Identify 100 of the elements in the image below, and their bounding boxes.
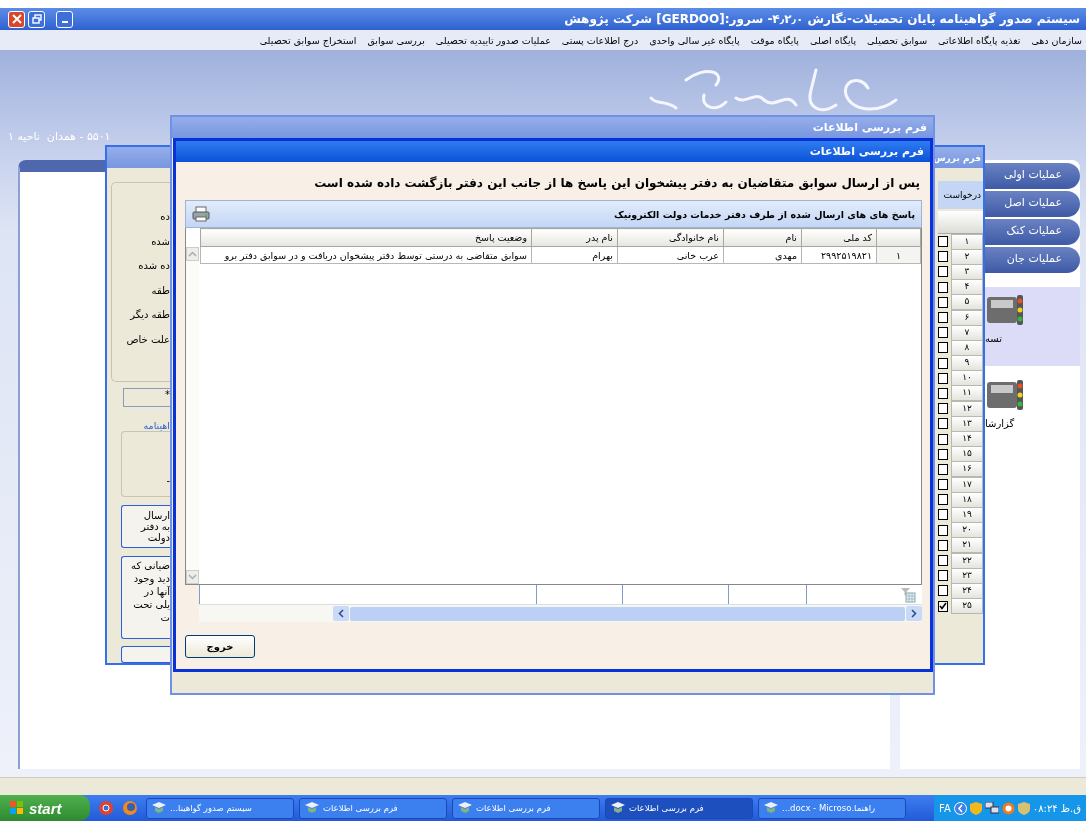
row-number: ۹ [951,355,983,372]
menu-item[interactable]: پایگاه غیر سالی واحدی [649,34,740,46]
group-value: - [166,475,170,486]
field-label: ده [160,210,170,224]
windows-logo-icon [10,801,24,815]
column-header[interactable]: وضعیت پاسخ [200,228,532,247]
restore-icon[interactable] [28,10,45,28]
input-field[interactable]: * [123,388,170,407]
checkbox[interactable] [938,509,948,521]
app-icon [764,802,778,814]
window-title: فرم بررسی اطلاعات [809,145,924,158]
table-cell: مهدی [723,246,802,264]
menu-item[interactable]: تغذیه پایگاه اطلاعاتی [938,34,1021,46]
menu-item[interactable]: درج اطلاعات پستی [561,34,639,46]
checkbox[interactable] [938,433,948,445]
checkbox[interactable] [938,463,948,475]
checkbox[interactable] [938,585,948,597]
checkbox[interactable] [938,448,948,460]
network-icon[interactable] [984,802,999,814]
row-number: ۱۴ [951,431,983,448]
group-title: اهینامه [142,420,170,431]
header-cell [938,211,983,234]
checkbox[interactable] [938,600,948,612]
app-icon [611,802,625,814]
menu-item[interactable]: عملیات صدور تاییدیه تحصیلی [435,34,551,46]
checkbox[interactable] [938,296,948,308]
taskbar-item[interactable]: فرم بررسی اطلاعات [299,797,447,819]
field-label: طقه [151,283,170,298]
menu-item[interactable]: پایگاه موقت [750,34,799,46]
table-cell: سوابق متقاضی به درستی توسط دفتر پیشخوان دریافت و در سوابق دفتر برو [200,246,532,264]
printer-icon[interactable] [192,206,210,222]
window-title: فرم بررسی اطلاعات [812,121,927,134]
taskbar-item[interactable]: سیستم صدور گواهینا... [146,797,294,819]
row-number: ۲۰ [951,522,983,539]
menu-item[interactable]: سازمان دهی [1031,34,1082,46]
menu-item[interactable]: بررسی سوابق [367,34,425,46]
taskbar-item[interactable]: فرم بررسی اطلاعات [452,797,600,819]
window-title: سیستم صدور گواهینامه پایان تحصیلات-نگارش ۴٫۲٫۰- سرور:[GERDOO] شرکت پژوهش [564,12,1080,26]
taskbar-item[interactable]: راهنما.docx - Microso... [758,797,906,819]
app-icon [458,802,472,814]
checkbox[interactable] [938,555,948,567]
browser-icon[interactable] [98,800,114,816]
checkbox[interactable] [938,266,948,278]
exit-button[interactable]: خروج [185,635,255,658]
table-cell: بهرام [531,246,618,264]
row-number: ۲۵ [951,598,983,615]
checkbox[interactable] [938,570,948,582]
checkbox[interactable] [938,327,948,339]
menu-item[interactable]: سوابق تحصیلی [867,34,928,46]
checkbox[interactable] [938,387,948,399]
menu-item[interactable]: پایگاه اصلی [809,34,857,46]
checkbox[interactable] [938,342,948,354]
field-label: طقه دیگر [130,308,170,322]
checkbox[interactable] [938,479,948,491]
checkbox[interactable] [938,539,948,551]
note-text: ضیانی که دید وجود آنها در یلی تحت ت [121,556,170,639]
checkbox[interactable] [938,494,948,506]
close-icon[interactable] [8,10,25,28]
field-label: شده [151,234,170,249]
column-header[interactable]: کد ملی [801,228,877,247]
shortcut-item[interactable]: تسه [985,287,1080,366]
checkbox[interactable] [938,357,948,369]
checkbox[interactable] [938,236,948,248]
checkbox[interactable] [938,403,948,415]
column-header[interactable]: نام خانوادگی [617,228,724,247]
app-icon [152,802,166,814]
taskbar-item[interactable]: فرم بررسی اطلاعات [605,797,753,819]
start-button[interactable]: start [0,795,90,821]
checkbox[interactable] [938,281,948,293]
row-number: ۱۱ [951,385,983,402]
checkbox[interactable] [938,251,948,263]
table-cell: عرب خانی [617,246,724,264]
horizontal-scrollbar[interactable] [199,605,922,622]
minimize-icon[interactable] [56,10,73,28]
app-icon [305,802,319,814]
column-header[interactable]: نام پدر [531,228,618,247]
row-number: ۴ [951,279,983,296]
region-label: ۵۵۰۱ - همدان ناحیه ۱ [8,130,111,145]
row-number: ۵ [951,294,983,311]
circle-icon[interactable] [1001,801,1015,815]
field-label: ده شده [138,259,170,273]
row-number: ۲۱ [951,537,983,554]
checkbox[interactable] [938,312,948,324]
row-number: ۱۰ [951,370,983,387]
window-title: فرم بررس [933,152,981,163]
shortcut-item[interactable]: گزارشا [985,372,1080,451]
row-number: ۱۵ [951,446,983,463]
send-button[interactable]: ارسال به دفتر دولت [121,505,170,548]
menu-item[interactable]: استخراج سوابق تحصیلی [259,34,357,46]
column-header [876,228,921,247]
checkbox[interactable] [938,372,948,384]
table-cell: ۲۹۹۲۵۱۹۸۲۱ [801,246,877,264]
field-label: علت خاص [126,332,170,347]
column-header[interactable]: نام [723,228,802,247]
checkbox[interactable] [938,418,948,430]
clock: ق.ظ ۰۸:۲۴ [1032,802,1081,814]
row-number: ۱۶ [951,461,983,478]
column-header: درخواست [938,181,983,209]
checkbox[interactable] [938,524,948,536]
form-button[interactable] [121,646,170,663]
